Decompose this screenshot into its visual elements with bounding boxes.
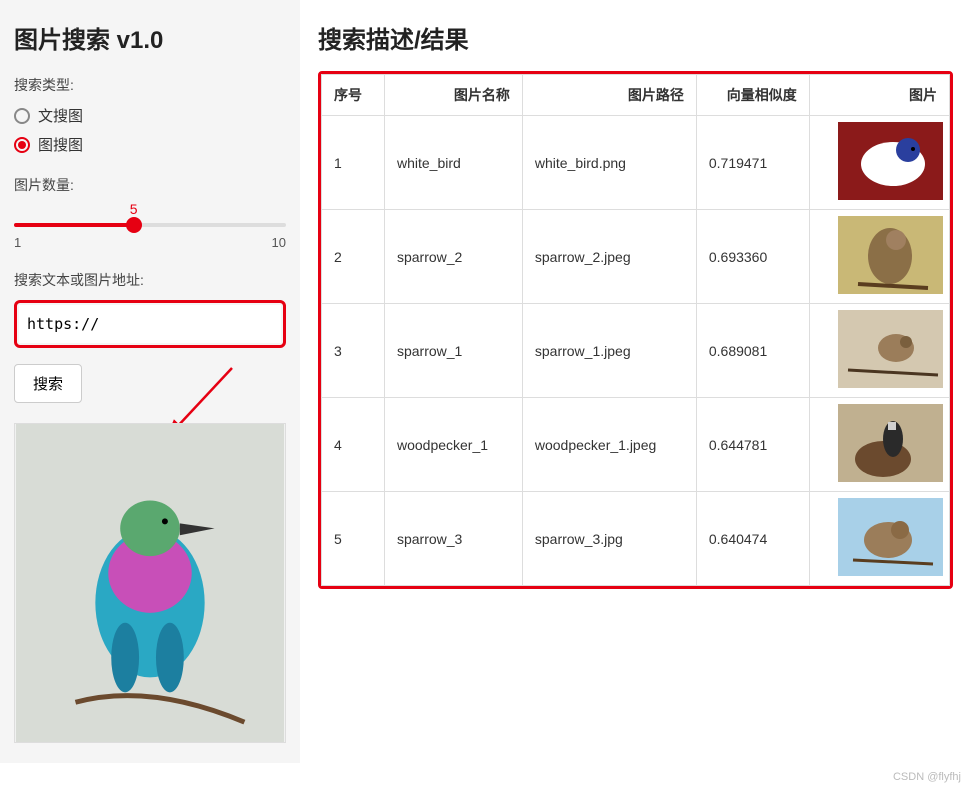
slider-thumb[interactable] [126,217,142,233]
table-row: 1 white_bird white_bird.png 0.719471 [322,116,950,210]
result-thumbnail [838,216,943,294]
search-type-label: 搜索类型: [14,75,286,95]
cell-similarity: 0.640474 [696,492,809,586]
cell-similarity: 0.689081 [696,304,809,398]
cell-index: 3 [322,304,385,398]
results-highlight-box: 序号 图片名称 图片路径 向量相似度 图片 1 white_bird white… [318,71,953,589]
search-button[interactable]: 搜索 [14,364,82,403]
radio-label: 文搜图 [38,105,83,126]
cell-name: white_bird [384,116,522,210]
url-input[interactable] [19,305,281,343]
url-input-label: 搜索文本或图片地址: [14,270,286,290]
search-type-radio-group: 文搜图 图搜图 [14,105,286,155]
cell-index: 2 [322,210,385,304]
col-name: 图片名称 [384,75,522,116]
image-count-label: 图片数量: [14,175,286,195]
result-thumbnail [838,404,943,482]
table-row: 4 woodpecker_1 woodpecker_1.jpeg 0.64478… [322,398,950,492]
cell-similarity: 0.644781 [696,398,809,492]
watermark: CSDN @flyfhj [893,771,961,783]
cell-path: sparrow_2.jpeg [522,210,696,304]
slider-value: 5 [130,201,138,217]
radio-text-search[interactable]: 文搜图 [14,105,286,126]
app-title: 图片搜索 v1.0 [14,20,286,55]
cell-similarity: 0.693360 [696,210,809,304]
slider-max: 10 [272,235,286,250]
cell-name: sparrow_3 [384,492,522,586]
table-row: 3 sparrow_1 sparrow_1.jpeg 0.689081 [322,304,950,398]
cell-index: 5 [322,492,385,586]
radio-label: 图搜图 [38,134,83,155]
cell-index: 1 [322,116,385,210]
radio-icon [14,108,30,124]
radio-image-search[interactable]: 图搜图 [14,134,286,155]
radio-icon [14,137,30,153]
results-table: 序号 图片名称 图片路径 向量相似度 图片 1 white_bird white… [321,74,950,586]
url-input-highlight [14,300,286,348]
cell-name: sparrow_1 [384,304,522,398]
image-count-slider[interactable]: 5 [14,205,286,227]
result-thumbnail [838,122,943,200]
cell-name: woodpecker_1 [384,398,522,492]
cell-similarity: 0.719471 [696,116,809,210]
result-thumbnail [838,498,943,576]
table-row: 5 sparrow_3 sparrow_3.jpg 0.640474 [322,492,950,586]
cell-path: white_bird.png [522,116,696,210]
cell-path: sparrow_3.jpg [522,492,696,586]
cell-index: 4 [322,398,385,492]
table-row: 2 sparrow_2 sparrow_2.jpeg 0.693360 [322,210,950,304]
col-path: 图片路径 [522,75,696,116]
query-image-preview [14,423,286,743]
col-similarity: 向量相似度 [696,75,809,116]
slider-min: 1 [14,235,21,250]
results-title: 搜索描述/结果 [318,20,953,55]
cell-path: sparrow_1.jpeg [522,304,696,398]
cell-path: woodpecker_1.jpeg [522,398,696,492]
col-image: 图片 [809,75,949,116]
result-thumbnail [838,310,943,388]
col-index: 序号 [322,75,385,116]
cell-name: sparrow_2 [384,210,522,304]
